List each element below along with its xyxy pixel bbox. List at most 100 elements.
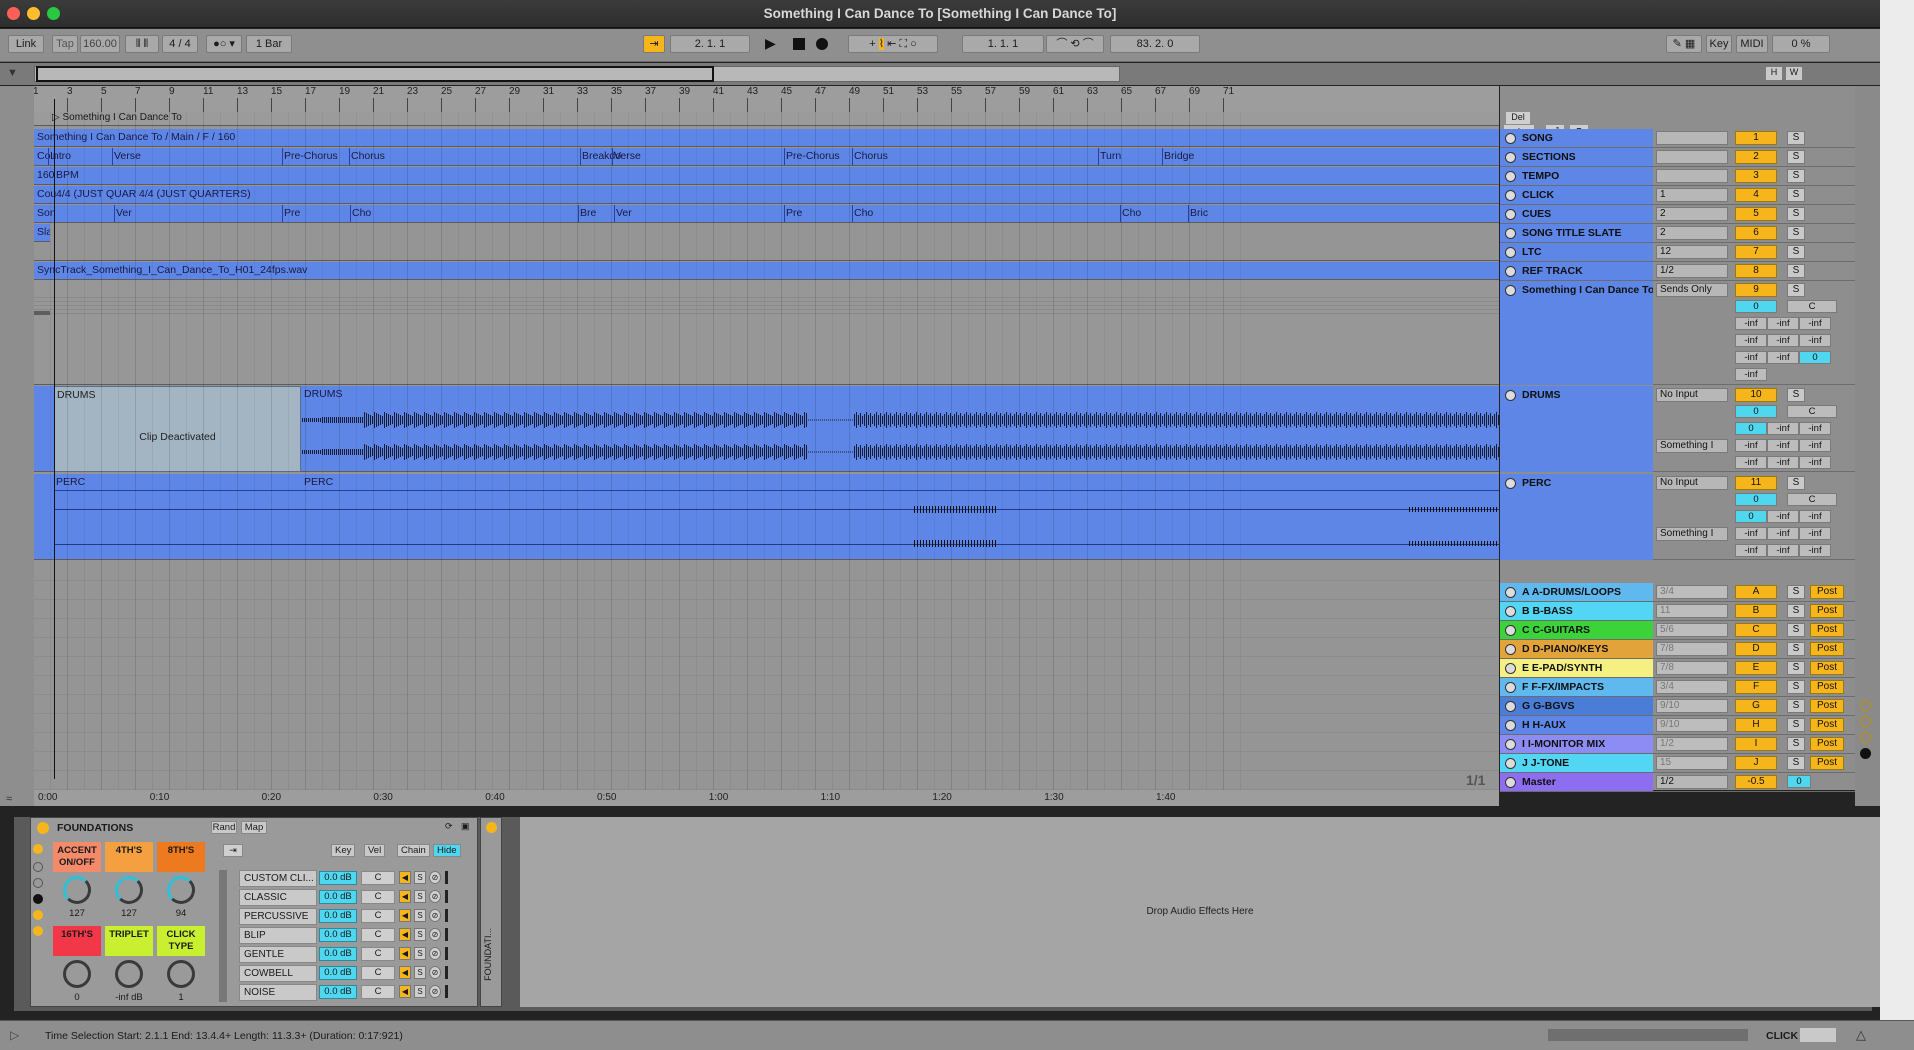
w-button[interactable]: W	[1786, 67, 1802, 80]
track-fold-icon[interactable]	[1505, 644, 1516, 655]
solo-button[interactable]: S	[1787, 476, 1805, 490]
cue-clip-label[interactable]: Cho	[854, 207, 873, 219]
send-field[interactable]: -inf	[1735, 544, 1767, 557]
send-field[interactable]: 0	[1799, 351, 1831, 364]
track-activator[interactable]: 7	[1735, 245, 1777, 259]
time-signature-field[interactable]: 4 / 4	[162, 35, 198, 53]
chain-solo[interactable]: S	[414, 947, 426, 960]
return-activator[interactable]: G	[1735, 699, 1777, 713]
macro-knob[interactable]	[115, 960, 143, 988]
macro-pad[interactable]: 16TH'S	[53, 926, 101, 956]
draw-mode-button[interactable]: ✎ ▦	[1666, 35, 1702, 53]
return-toggle-icon[interactable]	[1860, 732, 1871, 743]
chain-pan[interactable]: C	[361, 985, 395, 999]
return-output-selector[interactable]: 3/4	[1656, 585, 1728, 599]
track-fold-icon[interactable]	[1505, 739, 1516, 750]
solo-button[interactable]: S	[1787, 226, 1805, 240]
post-button[interactable]: Post	[1810, 585, 1844, 599]
post-button[interactable]: Post	[1810, 718, 1844, 732]
post-button[interactable]: Post	[1810, 661, 1844, 675]
solo-button[interactable]: S	[1787, 642, 1805, 656]
track-fold-icon[interactable]	[1505, 777, 1516, 788]
chain-pan[interactable]: C	[361, 909, 395, 923]
send-field[interactable]: -inf	[1735, 317, 1767, 330]
send-field[interactable]: -inf	[1767, 439, 1799, 452]
track-name[interactable]: LTC	[1500, 243, 1653, 261]
return-track-name[interactable]: A A-DRUMS/LOOPS	[1500, 583, 1653, 601]
expand-icon[interactable]: ≈	[6, 793, 26, 807]
track-input-selector[interactable]	[1656, 131, 1728, 145]
return-track-name[interactable]: I I-MONITOR MIX	[1500, 735, 1653, 753]
toggle-detail-icon[interactable]: △	[1856, 1027, 1874, 1045]
overdub-automation-buttons[interactable]: + ⌇ ⇤ ⛶ ○	[848, 35, 938, 53]
track-activator[interactable]: 10	[1735, 388, 1777, 402]
track-fold-icon[interactable]	[1505, 152, 1516, 163]
return-track-name[interactable]: G G-BGVS	[1500, 697, 1653, 715]
send-field[interactable]: -inf	[1735, 368, 1767, 381]
master-track-name[interactable]: Master	[1500, 773, 1653, 791]
locator[interactable]: ▷ Something I Can Dance To	[52, 112, 182, 123]
send-field[interactable]: -inf	[1767, 456, 1799, 469]
solo-button[interactable]: S	[1787, 718, 1805, 732]
track-fold-icon[interactable]	[1505, 190, 1516, 201]
return-output-selector[interactable]: 1/2	[1656, 737, 1728, 751]
chain-pan[interactable]: C	[361, 966, 395, 980]
post-button[interactable]: Post	[1810, 737, 1844, 751]
mixer-track-row[interactable]: CLICK 1 4 S	[1500, 186, 1880, 205]
return-track-row[interactable]: I I-MONITOR MIX 1/2 I S Post	[1500, 735, 1880, 754]
mixer-track-row[interactable]: PERC No Input 11 S 0 C Something I 0 -inf -inf -in…	[1500, 474, 1880, 560]
send-field[interactable]: -inf	[1767, 422, 1799, 435]
solo-button[interactable]: S	[1787, 131, 1805, 145]
mixer-track-row[interactable]: TEMPO 3 S	[1500, 167, 1880, 186]
track-activator[interactable]: 4	[1735, 188, 1777, 202]
return-activator[interactable]: F	[1735, 680, 1777, 694]
macro-pad[interactable]: 4TH'S	[105, 842, 153, 872]
chain-activator[interactable]: ◀	[399, 890, 411, 903]
track-input-selector[interactable]	[1656, 169, 1728, 183]
return-output-selector[interactable]: 11	[1656, 604, 1728, 618]
send-field[interactable]: -inf	[1799, 527, 1831, 540]
macro-pad[interactable]: CLICK TYPE	[157, 926, 205, 956]
chain-name[interactable]: PERCUSSIVE	[239, 908, 317, 925]
post-button[interactable]: Post	[1810, 604, 1844, 618]
cue-clip-label[interactable]: Pre	[786, 207, 802, 219]
track-name[interactable]: CLICK	[1500, 186, 1653, 204]
track-activator[interactable]: 3	[1735, 169, 1777, 183]
chain-name[interactable]: NOISE	[239, 984, 317, 1001]
solo-button[interactable]: S	[1787, 150, 1805, 164]
chain-pan[interactable]: C	[361, 928, 395, 942]
chain-solo[interactable]: S	[414, 890, 426, 903]
solo-button[interactable]: S	[1787, 169, 1805, 183]
song-position-field[interactable]: 2. 1. 1	[670, 35, 750, 53]
output-selector[interactable]: Something I	[1656, 527, 1728, 541]
audio-effects-drop-zone[interactable]: Drop Audio Effects Here	[520, 817, 1880, 1007]
chain-volume[interactable]: 0.0 dB	[319, 909, 357, 923]
return-output-selector[interactable]: 9/10	[1656, 718, 1728, 732]
track-fold-icon[interactable]	[1505, 663, 1516, 674]
track-name[interactable]: PERC	[1500, 474, 1653, 560]
chain-hotswap[interactable]: ⊘	[429, 890, 441, 903]
chain-tab[interactable]: Key	[331, 844, 356, 857]
chain-scrollbar[interactable]	[219, 870, 227, 1002]
send-field[interactable]: -inf	[1735, 527, 1767, 540]
return-track-row[interactable]: A A-DRUMS/LOOPS 3/4 A S Post	[1500, 583, 1880, 602]
delete-button[interactable]: Del	[1506, 112, 1530, 124]
chain-selector-icon[interactable]: ⇥	[223, 844, 243, 857]
chain-solo[interactable]: S	[414, 966, 426, 979]
chain-volume[interactable]: 0.0 dB	[319, 871, 357, 885]
solo-button[interactable]: S	[1787, 623, 1805, 637]
tempo-field[interactable]: 160.00	[80, 35, 120, 53]
mixer-track-row[interactable]: REF TRACK 1/2 8 S	[1500, 262, 1880, 281]
track-fold-icon[interactable]	[1505, 285, 1516, 296]
toggle-browser-icon[interactable]: ▷	[10, 1028, 26, 1044]
solo-button[interactable]: S	[1787, 604, 1805, 618]
chain-name[interactable]: CUSTOM CLI...	[239, 870, 317, 887]
solo-button[interactable]: S	[1787, 699, 1805, 713]
volume-field[interactable]: 0	[1735, 405, 1777, 418]
macro-pad[interactable]: 8TH'S	[157, 842, 205, 872]
chain-solo[interactable]: S	[414, 985, 426, 998]
loop-start-field[interactable]: 1. 1. 1	[962, 35, 1044, 53]
return-output-selector[interactable]: 7/8	[1656, 642, 1728, 656]
chain-solo[interactable]: S	[414, 909, 426, 922]
return-output-selector[interactable]: 9/10	[1656, 699, 1728, 713]
